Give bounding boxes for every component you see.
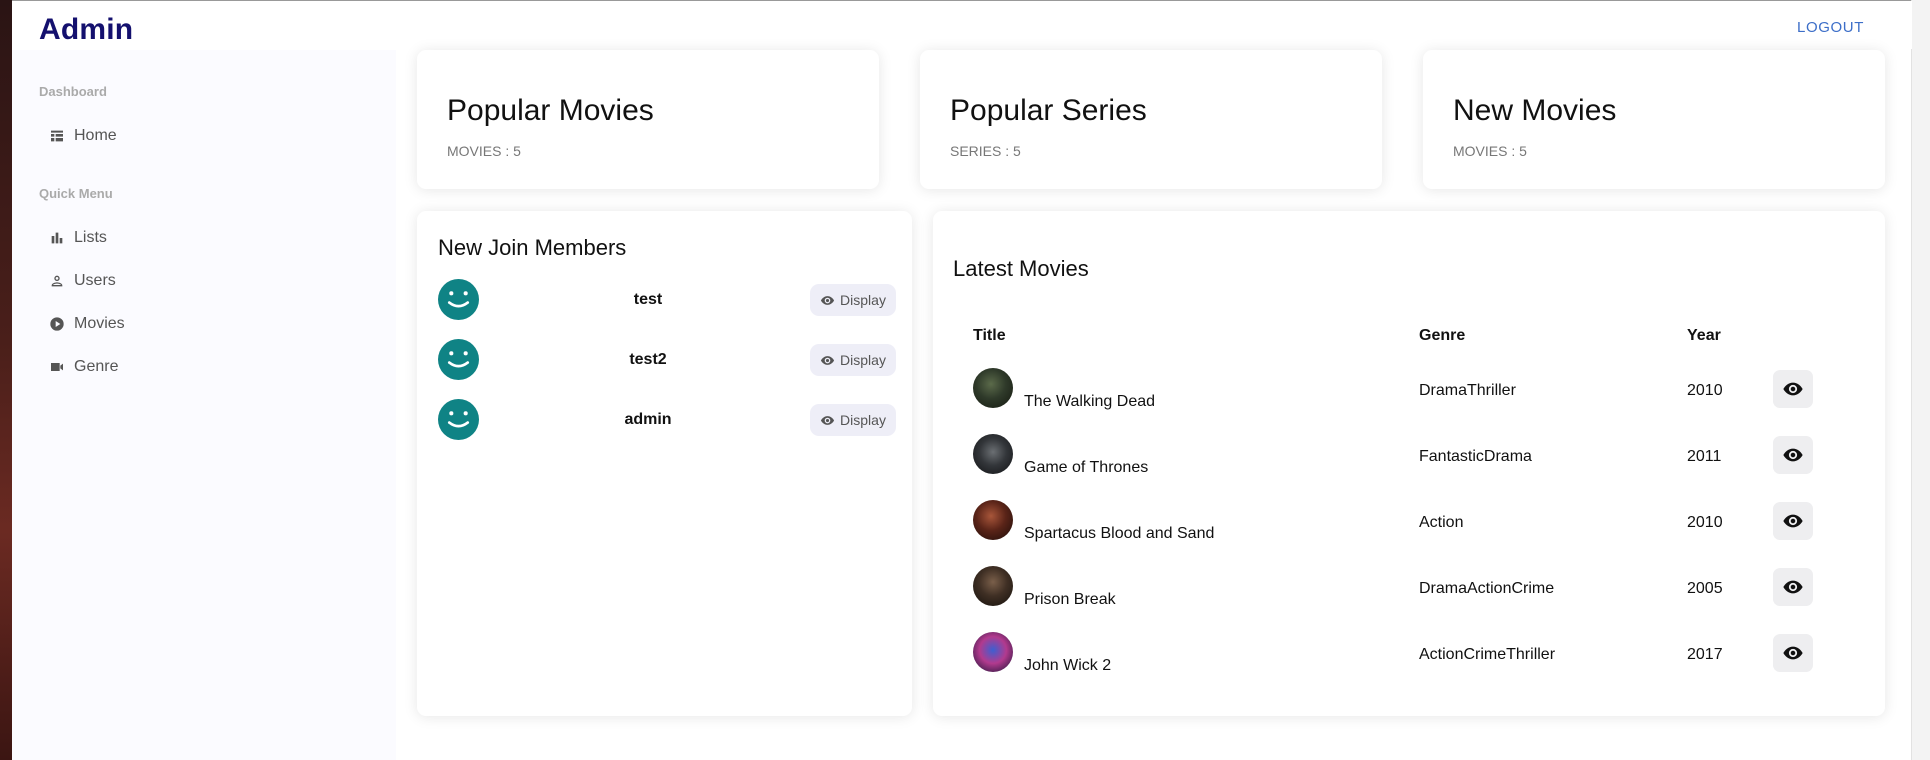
featured-title: New Movies xyxy=(1453,94,1617,127)
members-title: New Join Members xyxy=(438,235,627,260)
movie-genre: ActionCrimeThriller xyxy=(1419,646,1556,663)
table-row: Prison Break DramaActionCrime 2005 xyxy=(973,566,1813,616)
dashboard-icon xyxy=(51,130,63,142)
movie-title: The Walking Dead xyxy=(1024,393,1156,410)
movie-year: 2011 xyxy=(1687,448,1722,465)
table-row: Spartacus Blood and Sand Action 2010 xyxy=(973,500,1813,550)
view-movie-button[interactable] xyxy=(1773,634,1813,672)
eye-icon xyxy=(1783,382,1803,396)
view-movie-button[interactable] xyxy=(1773,436,1813,474)
latest-title: Latest Movies xyxy=(953,256,1089,281)
logout-button[interactable]: LOGOUT xyxy=(1797,19,1864,36)
featured-title: Popular Movies xyxy=(447,94,654,127)
movie-title: John Wick 2 xyxy=(1024,657,1112,674)
table-row: The Walking Dead DramaThriller 2010 xyxy=(973,368,1813,418)
movie-genre: FantasticDrama xyxy=(1419,448,1532,465)
movie-genre: DramaActionCrime xyxy=(1419,580,1555,597)
table-row: Game of Thrones FantasticDrama 2011 xyxy=(973,434,1813,484)
member-row: admin Display xyxy=(438,399,896,441)
sidebar-section-dashboard: Dashboard xyxy=(39,84,107,99)
column-header-title: Title xyxy=(973,327,1006,344)
movie-title: Spartacus Blood and Sand xyxy=(1024,525,1215,542)
poster-image xyxy=(973,632,1013,672)
top-bar: Admin LOGOUT xyxy=(12,1,1912,49)
eye-icon xyxy=(820,295,835,305)
sidebar-item-label: Users xyxy=(74,272,116,289)
movie-genre: DramaThriller xyxy=(1419,382,1516,399)
movie-year: 2017 xyxy=(1687,646,1723,663)
sidebar-item-label: Movies xyxy=(74,315,125,332)
column-header-genre: Genre xyxy=(1419,327,1466,344)
eye-icon xyxy=(1783,646,1803,660)
display-member-button[interactable]: Display xyxy=(810,404,896,436)
play-circle-icon xyxy=(50,317,64,331)
featured-card-popular-series[interactable]: Popular Series SERIES : 5 xyxy=(920,50,1382,189)
member-name: test xyxy=(633,291,663,308)
eye-icon xyxy=(1783,514,1803,528)
column-header-year: Year xyxy=(1687,327,1721,344)
poster-image xyxy=(973,500,1013,540)
featured-card-new-movies[interactable]: New Movies MOVIES : 5 xyxy=(1423,50,1885,189)
display-label: Display xyxy=(840,292,886,308)
eye-icon xyxy=(1783,580,1803,594)
sidebar-item-movies[interactable]: Movies xyxy=(49,315,125,333)
eye-icon xyxy=(820,355,835,365)
member-name: admin xyxy=(624,411,672,428)
smiley-avatar-icon xyxy=(438,339,479,380)
scrollbar-track[interactable] xyxy=(1911,0,1930,760)
poster-image xyxy=(973,368,1013,408)
table-row: John Wick 2 ActionCrimeThriller 2017 xyxy=(973,632,1813,682)
movie-year: 2010 xyxy=(1687,514,1723,531)
smiley-avatar-icon xyxy=(438,279,479,320)
display-label: Display xyxy=(840,352,886,368)
display-member-button[interactable]: Display xyxy=(810,344,896,376)
view-movie-button[interactable] xyxy=(1773,568,1813,606)
person-icon xyxy=(51,275,63,287)
bar-chart-icon xyxy=(51,232,63,244)
sidebar-item-label: Home xyxy=(74,127,117,144)
movie-year: 2005 xyxy=(1687,580,1723,597)
featured-count: SERIES : 5 xyxy=(950,143,1021,159)
sidebar-section-quick-menu: Quick Menu xyxy=(39,186,113,201)
display-member-button[interactable]: Display xyxy=(810,284,896,316)
latest-movies-panel: Latest Movies Title Genre Year The Walki… xyxy=(933,211,1885,716)
smiley-avatar-icon xyxy=(438,399,479,440)
featured-count: MOVIES : 5 xyxy=(1453,143,1527,159)
featured-title: Popular Series xyxy=(950,94,1147,127)
sidebar-item-users[interactable]: Users xyxy=(49,272,116,290)
movie-year: 2010 xyxy=(1687,382,1723,399)
featured-card-popular-movies[interactable]: Popular Movies MOVIES : 5 xyxy=(417,50,879,189)
featured-count: MOVIES : 5 xyxy=(447,143,521,159)
sidebar: Dashboard Home Quick Menu Lists Users Mo… xyxy=(12,50,396,760)
view-movie-button[interactable] xyxy=(1773,502,1813,540)
view-movie-button[interactable] xyxy=(1773,370,1813,408)
sidebar-item-home[interactable]: Home xyxy=(49,127,117,145)
movie-genre: Action xyxy=(1419,514,1464,531)
video-camera-icon xyxy=(51,363,63,371)
sidebar-item-label: Lists xyxy=(74,229,107,246)
eye-icon xyxy=(820,415,835,425)
movie-title: Game of Thrones xyxy=(1024,459,1149,476)
display-label: Display xyxy=(840,412,886,428)
member-row: test Display xyxy=(438,279,896,321)
sidebar-item-genre[interactable]: Genre xyxy=(49,358,118,376)
sidebar-item-label: Genre xyxy=(74,358,119,375)
sidebar-item-lists[interactable]: Lists xyxy=(49,229,107,247)
new-members-panel: New Join Members test Display test2 Disp… xyxy=(417,211,912,716)
movie-title: Prison Break xyxy=(1024,591,1116,608)
member-name: test2 xyxy=(629,351,667,368)
brand-logo[interactable]: Admin xyxy=(39,13,133,47)
eye-icon xyxy=(1783,448,1803,462)
poster-image xyxy=(973,566,1013,606)
member-row: test2 Display xyxy=(438,339,896,381)
poster-image xyxy=(973,434,1013,474)
background-edge xyxy=(0,0,12,760)
